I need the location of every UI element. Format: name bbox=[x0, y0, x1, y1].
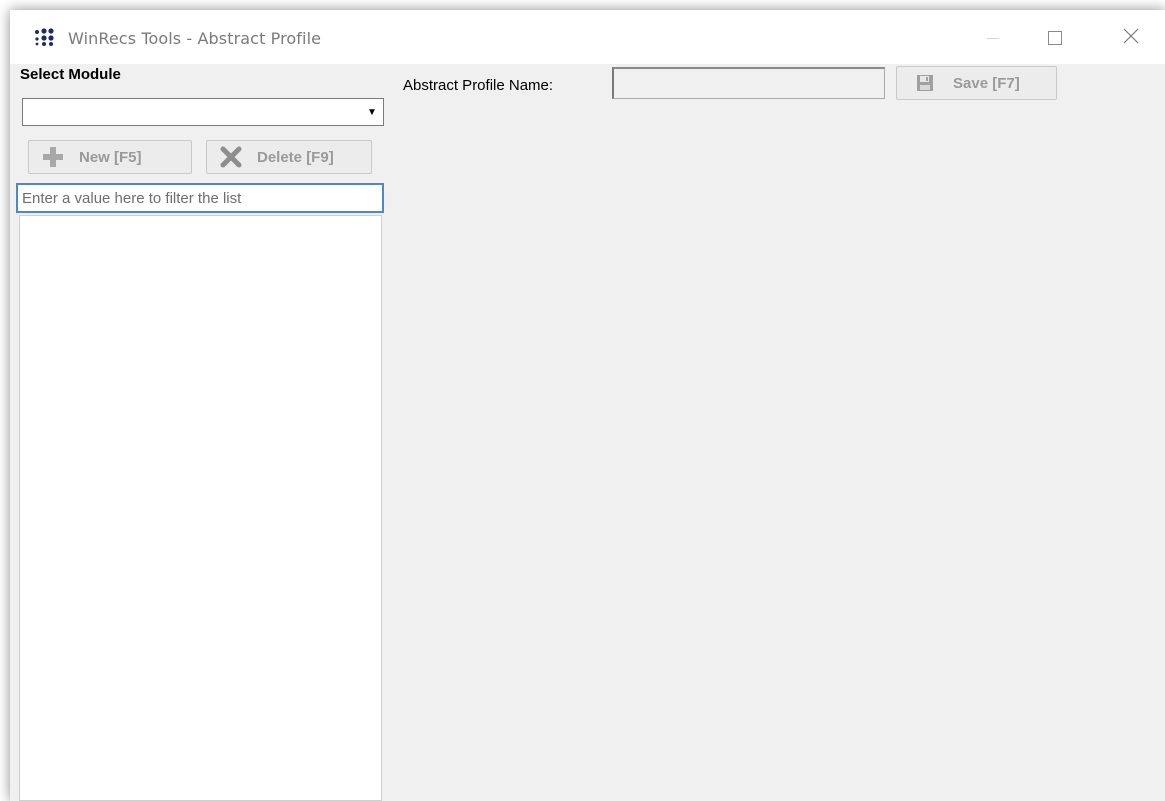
module-list[interactable] bbox=[19, 215, 382, 801]
abstract-profile-name-input[interactable] bbox=[612, 67, 885, 99]
close-icon bbox=[1123, 28, 1139, 49]
plus-icon bbox=[41, 145, 65, 169]
floppy-disk-icon bbox=[915, 73, 935, 93]
minimize-button[interactable] bbox=[970, 20, 1016, 56]
new-button-label: New [F5] bbox=[79, 148, 142, 166]
window-title: WinRecs Tools - Abstract Profile bbox=[68, 29, 322, 48]
save-button-label: Save [F7] bbox=[953, 74, 1020, 92]
save-button[interactable]: Save [F7] bbox=[896, 66, 1057, 100]
delete-button-label: Delete [F9] bbox=[257, 148, 334, 166]
maximize-button[interactable] bbox=[1032, 20, 1078, 56]
title-bar[interactable]: WinRecs Tools - Abstract Profile bbox=[10, 10, 1165, 64]
filter-input[interactable] bbox=[16, 183, 384, 213]
close-button[interactable] bbox=[1108, 20, 1154, 56]
winrecs-dots-icon bbox=[34, 28, 56, 46]
module-select[interactable]: ▼ bbox=[22, 98, 384, 126]
delete-button[interactable]: Delete [F9] bbox=[206, 140, 372, 174]
app-window: WinRecs Tools - Abstract Profile Select … bbox=[10, 10, 1165, 801]
minimize-icon bbox=[987, 37, 999, 39]
window-left-edge bbox=[10, 64, 18, 801]
select-module-label: Select Module bbox=[20, 66, 121, 83]
maximize-icon bbox=[1048, 31, 1062, 45]
delete-x-icon bbox=[219, 145, 243, 169]
new-button[interactable]: New [F5] bbox=[28, 140, 192, 174]
abstract-profile-name-label: Abstract Profile Name: bbox=[403, 77, 554, 94]
dropdown-arrow-icon[interactable]: ▼ bbox=[363, 102, 381, 122]
